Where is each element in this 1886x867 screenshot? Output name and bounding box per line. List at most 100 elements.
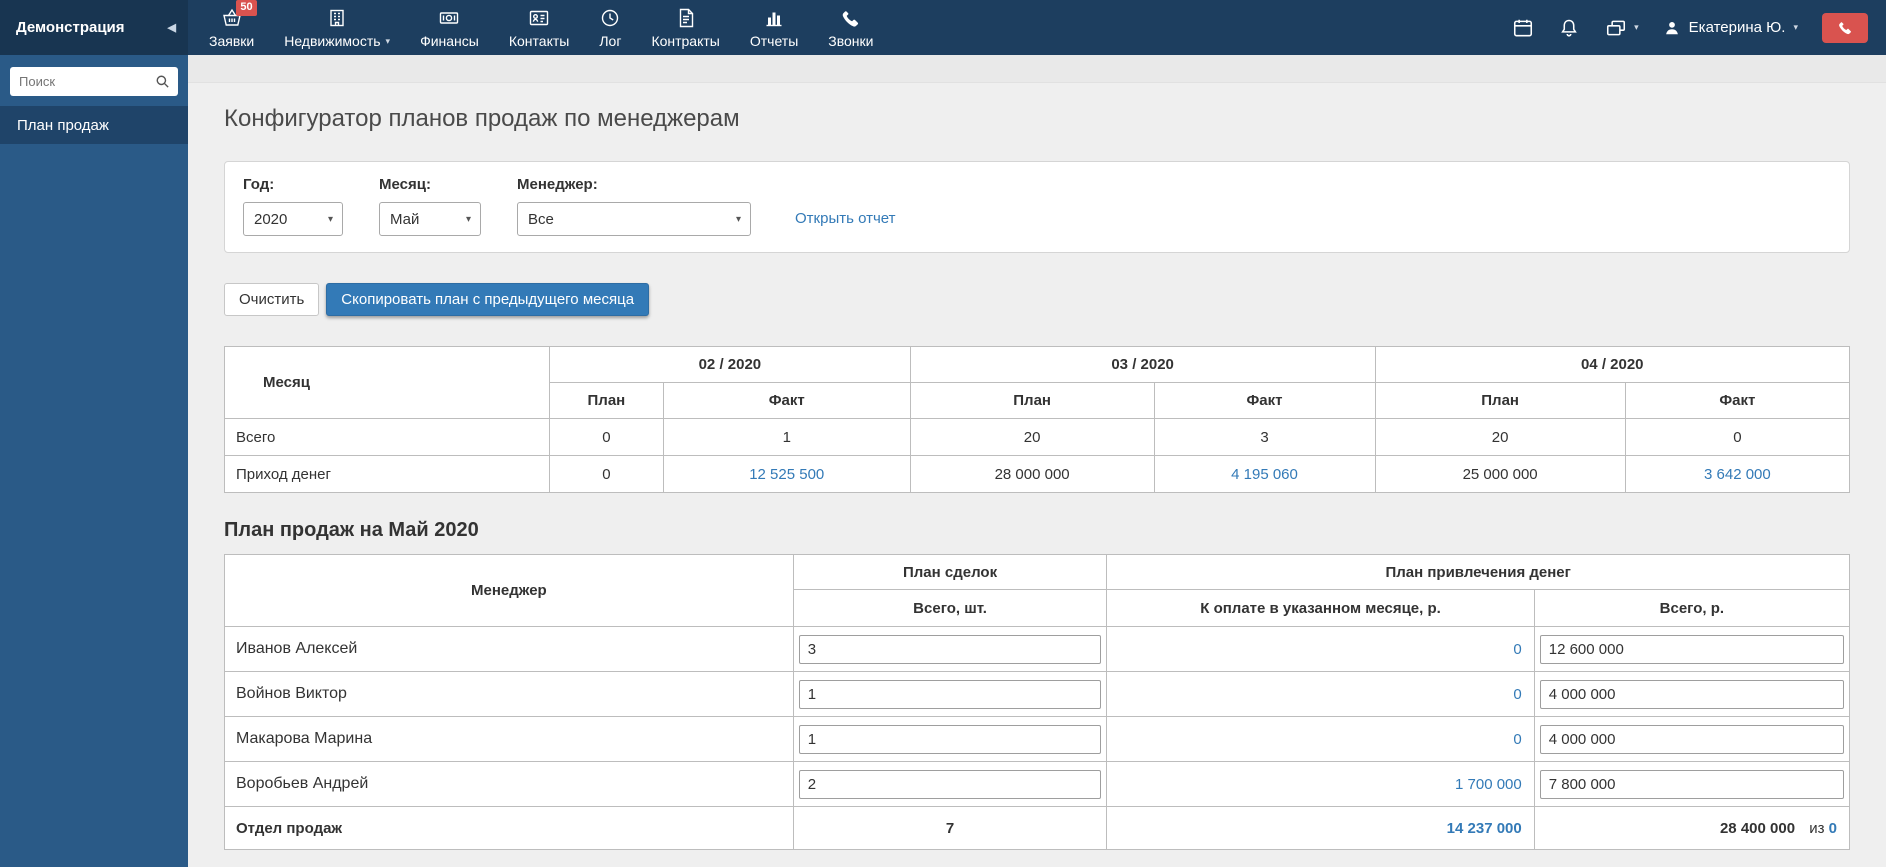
history-table: Месяц 02 / 2020 03 / 2020 04 / 2020 План… (224, 346, 1850, 493)
history-cell: 1 (663, 419, 910, 456)
payment-link[interactable]: 0 (1107, 672, 1534, 717)
nav-item-contracts[interactable]: Контракты (636, 0, 734, 55)
copy-plan-button[interactable]: Скопировать план с предыдущего месяца (326, 283, 649, 316)
period-header: 04 / 2020 (1375, 347, 1850, 383)
user-icon (1663, 19, 1681, 37)
sidebar: План продаж (0, 55, 188, 867)
period-header: 02 / 2020 (550, 347, 911, 383)
chevron-down-icon: ▾ (386, 36, 391, 47)
month-filter: Месяц: Май ▾ (379, 176, 481, 236)
topbar: Демонстрация ◀ 50 Заявки (0, 0, 1886, 55)
deals-input[interactable] (799, 770, 1102, 799)
manager-name: Войнов Виктор (225, 672, 794, 717)
main-nav: 50 Заявки Недвижимость ▾ (194, 0, 888, 55)
user-menu[interactable]: Екатерина Ю. ▾ (1663, 19, 1798, 37)
chevron-down-icon: ▾ (328, 214, 333, 225)
nav-item-requests[interactable]: 50 Заявки (194, 0, 269, 55)
table-row: Иванов Алексей 0 (225, 627, 1850, 672)
history-cell: 20 (910, 419, 1154, 456)
deals-cell (793, 762, 1107, 807)
collapse-sidebar-icon[interactable]: ◀ (168, 21, 176, 34)
app-root: Демонстрация ◀ 50 Заявки (0, 0, 1886, 867)
history-clock-icon (599, 6, 621, 30)
call-button[interactable] (1822, 13, 1868, 43)
plan-header: План (1375, 383, 1625, 419)
table-row: Воробьев Андрей 1 700 000 (225, 762, 1850, 807)
contact-card-icon (528, 6, 550, 30)
fact-link[interactable]: 12 525 500 (663, 456, 910, 493)
filter-panel: Год: 2020 ▾ Месяц: Май ▾ (224, 161, 1850, 253)
row-label: Приход денег (225, 456, 550, 493)
nav-item-log[interactable]: Лог (584, 0, 636, 55)
payment-total-link[interactable]: 14 237 000 (1107, 807, 1534, 850)
payment-link[interactable]: 1 700 000 (1107, 762, 1534, 807)
chevron-down-icon: ▾ (736, 214, 741, 225)
open-report-link[interactable]: Открыть отчет (795, 210, 896, 227)
basket-icon: 50 (221, 6, 243, 30)
of-label: из (1809, 820, 1824, 837)
history-cell: 25 000 000 (1375, 456, 1625, 493)
sidebar-search (0, 55, 188, 106)
workspace-switcher[interactable]: Демонстрация ◀ (0, 0, 188, 55)
plan-section-title: План продаж на Май 2020 (224, 519, 1850, 542)
chevron-down-icon: ▾ (466, 214, 471, 225)
history-cell: 0 (550, 419, 664, 456)
history-group-header-row: Месяц 02 / 2020 03 / 2020 04 / 2020 (225, 347, 1850, 383)
nav-label: Недвижимость (284, 33, 380, 49)
sidebar-item-label: План продаж (17, 117, 109, 134)
page-title: Конфигуратор планов продаж по менеджерам (224, 105, 1850, 133)
deals-input[interactable] (799, 635, 1102, 664)
total-cell (1534, 717, 1849, 762)
workspace-name: Демонстрация (16, 19, 125, 36)
payment-link[interactable]: 0 (1107, 627, 1534, 672)
content-subheader (188, 55, 1886, 83)
clear-button[interactable]: Очистить (224, 283, 319, 316)
payment-link[interactable]: 0 (1107, 717, 1534, 762)
deals-input[interactable] (799, 725, 1102, 754)
money-total-value: 28 400 000 (1720, 820, 1795, 837)
nav-item-realestate[interactable]: Недвижимость ▾ (269, 0, 405, 55)
total-input[interactable] (1540, 770, 1844, 799)
calendar-button[interactable] (1512, 17, 1534, 39)
phone-icon (1837, 19, 1854, 36)
nav-item-finance[interactable]: Финансы (405, 0, 494, 55)
nav-item-calls[interactable]: Звонки (813, 0, 888, 55)
bar-chart-icon (763, 6, 785, 30)
search-input[interactable] (10, 67, 178, 96)
fact-header: Факт (1154, 383, 1375, 419)
nav-label: Заявки (209, 33, 254, 49)
of-value-link[interactable]: 0 (1829, 820, 1837, 837)
year-select[interactable]: 2020 ▾ (243, 202, 343, 236)
department-label: Отдел продаж (225, 807, 794, 850)
notifications-button[interactable] (1558, 17, 1580, 39)
phone-icon (840, 6, 862, 30)
main-content: Конфигуратор планов продаж по менеджерам… (188, 55, 1886, 867)
requests-count-badge: 50 (236, 0, 256, 16)
search-icon (155, 74, 170, 89)
sidebar-item-sales-plan[interactable]: План продаж (0, 106, 188, 144)
manager-select-value: Все (528, 211, 554, 228)
nav-item-reports[interactable]: Отчеты (735, 0, 813, 55)
fact-link[interactable]: 3 642 000 (1625, 456, 1849, 493)
table-row: Приход денег 0 12 525 500 28 000 000 4 1… (225, 456, 1850, 493)
chevron-down-icon: ▾ (1793, 22, 1798, 33)
fact-header: Факт (1625, 383, 1849, 419)
row-label: Всего (225, 419, 550, 456)
nav-label: Контракты (651, 33, 719, 49)
nav-item-contacts[interactable]: Контакты (494, 0, 584, 55)
total-sub-header: Всего, р. (1534, 590, 1849, 627)
deals-input[interactable] (799, 680, 1102, 709)
total-input[interactable] (1540, 680, 1844, 709)
manager-select[interactable]: Все ▾ (517, 202, 751, 236)
money-group-header: План привлечения денег (1107, 555, 1850, 590)
apps-menu-button[interactable]: ▾ (1604, 17, 1639, 39)
month-select[interactable]: Май ▾ (379, 202, 481, 236)
deals-total: 7 (793, 807, 1107, 850)
year-filter: Год: 2020 ▾ (243, 176, 343, 236)
building-icon (326, 6, 348, 30)
total-input[interactable] (1540, 635, 1844, 664)
fact-link[interactable]: 4 195 060 (1154, 456, 1375, 493)
user-name: Екатерина Ю. (1689, 19, 1786, 36)
total-input[interactable] (1540, 725, 1844, 754)
manager-name: Иванов Алексей (225, 627, 794, 672)
